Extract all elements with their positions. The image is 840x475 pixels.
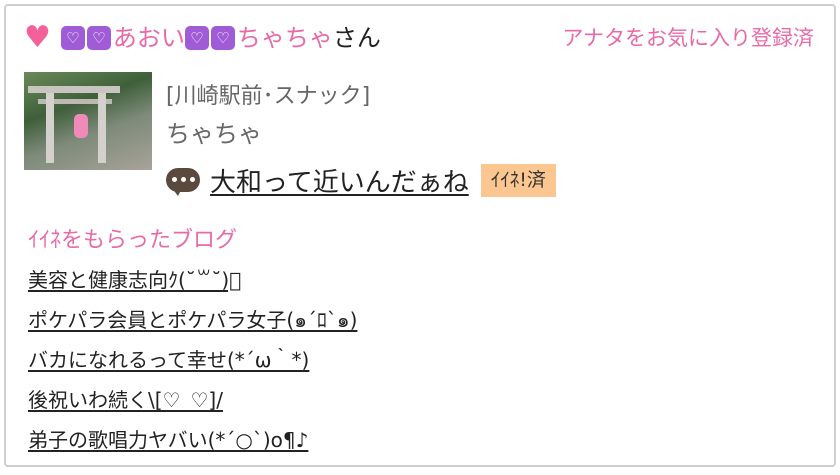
liked-blogs-list: 美容と健康志向ｸ(˘꒳˘)ﾞ ポケパラ会員とポケパラ女子(๑´ﾛ`๑) バカにな… xyxy=(28,264,357,464)
display-name-part1: あおい xyxy=(112,24,185,52)
profile-card: ♥ ♡ ♡ あおい ♡ ♡ ちゃちゃ さん アナタをお気に入り登録済 [川崎駅前… xyxy=(4,4,836,467)
blog-link[interactable]: 弟子の歌唱力ヤバい(*´○`)o¶♪ xyxy=(28,428,308,452)
white-heart-purple-square-icon: ♡ xyxy=(184,26,209,50)
shop-info: [川崎駅前･スナック] xyxy=(166,84,371,109)
heart-icon: ♥ xyxy=(24,20,51,55)
blog-link[interactable]: ポケパラ会員とポケパラ女子(๑´ﾛ`๑) xyxy=(28,308,357,332)
display-name-part2: ちゃちゃ xyxy=(236,24,333,52)
cast-name: ちゃちゃ xyxy=(166,120,262,148)
white-heart-purple-square-icon: ♡ xyxy=(60,26,85,50)
blog-link[interactable]: 美容と健康志向ｸ(˘꒳˘)ﾞ xyxy=(28,268,241,292)
list-item: 弟子の歌唱力ヤバい(*´○`)o¶♪ xyxy=(28,424,357,464)
card-header: ♥ ♡ ♡ あおい ♡ ♡ ちゃちゃ さん アナタをお気に入り登録済 xyxy=(24,20,820,56)
list-item: 美容と健康志向ｸ(˘꒳˘)ﾞ xyxy=(28,264,357,304)
honorific: さん xyxy=(332,24,381,52)
profile-photo[interactable] xyxy=(24,72,152,170)
like-status-badge: ｲｲﾈ!済 xyxy=(480,164,556,197)
blog-link[interactable]: バカになれるって幸せ(*´ω｀*) xyxy=(28,348,309,372)
post-row: 大和って近いんだぁね ｲｲﾈ!済 xyxy=(166,162,556,199)
list-item: ポケパラ会員とポケパラ女子(๑´ﾛ`๑) xyxy=(28,304,357,344)
white-heart-purple-square-icon: ♡ xyxy=(86,26,111,50)
speech-bubble-icon xyxy=(166,167,200,196)
blog-link[interactable]: 後祝いわ続く\[♡_♡]/ xyxy=(28,388,223,412)
favorite-status: アナタをお気に入り登録済 xyxy=(562,26,814,50)
post-title-link[interactable]: 大和って近いんだぁね xyxy=(210,162,469,199)
list-item: 後祝いわ続く\[♡_♡]/ xyxy=(28,384,357,424)
white-heart-purple-square-icon: ♡ xyxy=(210,26,235,50)
liked-blogs-heading: ｲｲﾈをもらったブログ xyxy=(28,228,238,253)
list-item: バカになれるって幸せ(*´ω｀*) xyxy=(28,344,357,384)
